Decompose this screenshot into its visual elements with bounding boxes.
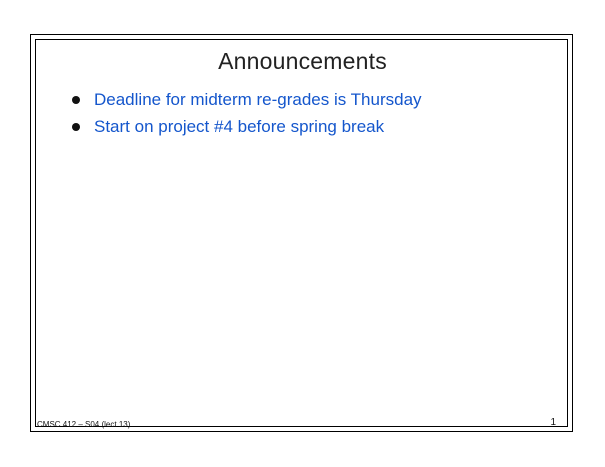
bullet-item: Start on project #4 before spring break bbox=[72, 113, 422, 140]
page-number: 1 bbox=[550, 417, 556, 428]
bullet-list: Deadline for midterm re-grades is Thursd… bbox=[72, 86, 422, 140]
bullet-item: Deadline for midterm re-grades is Thursd… bbox=[72, 86, 422, 113]
bullet-dot-icon bbox=[72, 122, 80, 131]
bullet-text: Deadline for midterm re-grades is Thursd… bbox=[94, 89, 422, 109]
course-footer: CMSC 412 – S04 (lect 13) bbox=[37, 420, 131, 429]
slide-title: Announcements bbox=[218, 48, 387, 74]
bullet-dot-icon bbox=[72, 95, 80, 104]
bullet-text: Start on project #4 before spring break bbox=[94, 116, 385, 136]
